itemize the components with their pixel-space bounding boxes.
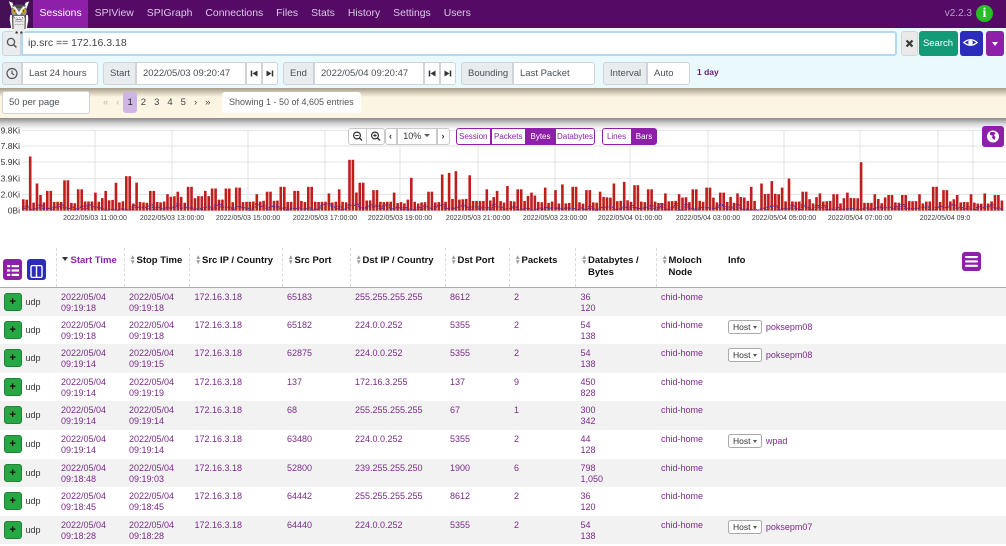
svg-text:2022/05/03 19:00:00: 2022/05/03 19:00:00 [368, 215, 432, 222]
svg-text:2022/05/03 13:00:00: 2022/05/03 13:00:00 [140, 215, 204, 222]
svg-text:2022/05/03 11:00:00: 2022/05/03 11:00:00 [63, 215, 127, 222]
svg-text:2022/05/04 01:00:00: 2022/05/04 01:00:00 [598, 215, 662, 222]
svg-text:2.0Ki: 2.0Ki [1, 189, 20, 199]
svg-text:2022/05/04 07:00:00: 2022/05/04 07:00:00 [828, 215, 892, 222]
svg-text:0Bi: 0Bi [8, 206, 20, 216]
svg-text:2022/05/04 05:00:00: 2022/05/04 05:00:00 [752, 215, 816, 222]
svg-text:2022/05/04 09:0: 2022/05/04 09:0 [920, 215, 971, 222]
svg-text:2022/05/03 23:00:00: 2022/05/03 23:00:00 [523, 215, 587, 222]
svg-text:2022/05/03 21:00:00: 2022/05/03 21:00:00 [446, 215, 510, 222]
svg-text:5.9Ki: 5.9Ki [1, 157, 20, 167]
svg-text:2022/05/03 15:00:00: 2022/05/03 15:00:00 [216, 215, 280, 222]
svg-text:2022/05/03 17:00:00: 2022/05/03 17:00:00 [293, 215, 357, 222]
svg-text:2022/05/04 03:00:00: 2022/05/04 03:00:00 [676, 215, 740, 222]
svg-text:3.9Ki: 3.9Ki [1, 174, 20, 184]
